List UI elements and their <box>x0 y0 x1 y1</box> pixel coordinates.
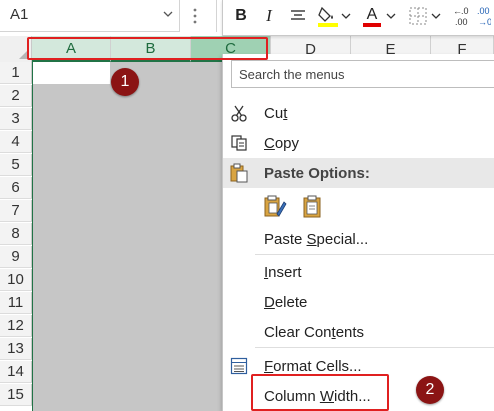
paste-options-icons <box>263 194 343 220</box>
name-box-value: A1 <box>10 6 29 23</box>
menu-label-paste-special: Paste Special... <box>264 231 369 248</box>
align-center-button[interactable] <box>287 4 309 28</box>
menu-label-format-cells: Format Cells... <box>264 358 362 375</box>
row-header-2[interactable]: 2 <box>0 85 32 107</box>
highlight-columns-a-c <box>27 37 268 60</box>
font-color-button[interactable]: A <box>361 4 383 28</box>
step-badge-2: 2 <box>416 376 444 404</box>
increase-decimal-icon: ← .0 .00 .00 →0 <box>453 6 491 27</box>
row-header-6[interactable]: 6 <box>0 177 32 199</box>
chevron-down-icon <box>341 13 351 19</box>
active-cell-a1[interactable] <box>33 62 110 84</box>
name-box[interactable]: A1 <box>0 0 180 32</box>
svg-text:.00: .00 <box>455 17 468 27</box>
more-options-icon[interactable] <box>191 6 199 26</box>
row-header-7[interactable]: 7 <box>0 200 32 222</box>
menu-item-copy[interactable]: Copy <box>223 128 494 158</box>
chevron-down-icon[interactable] <box>163 9 173 19</box>
chevron-down-icon <box>386 13 396 19</box>
highlight-column-width <box>251 374 389 411</box>
scissors-icon <box>229 103 249 123</box>
row-header-9[interactable]: 9 <box>0 246 32 268</box>
svg-text:A: A <box>367 6 378 23</box>
borders-icon <box>409 7 427 25</box>
menu-item-paste-special[interactable]: Paste Special... <box>223 224 494 254</box>
row-header-8[interactable]: 8 <box>0 223 32 245</box>
menu-separator <box>255 254 494 255</box>
chevron-down-icon <box>431 13 441 19</box>
paste-icon[interactable] <box>301 194 325 220</box>
copy-icon <box>229 133 249 153</box>
borders-button[interactable] <box>407 4 429 28</box>
row-header-13[interactable]: 13 <box>0 338 32 360</box>
row-header-1[interactable]: 1 <box>0 62 32 84</box>
menu-item-insert[interactable]: Insert <box>223 257 494 287</box>
menu-item-delete[interactable]: Delete <box>223 287 494 317</box>
menu-label-insert: Insert <box>264 264 302 281</box>
menu-label-delete: Delete <box>264 294 308 311</box>
svg-text:→0: →0 <box>478 17 491 27</box>
menu-search-placeholder: Search the menus <box>239 67 345 82</box>
menu-item-cut[interactable]: Cut <box>223 98 494 128</box>
selected-columns-range[interactable] <box>32 62 222 411</box>
step-badge-1: 1 <box>111 68 139 96</box>
row-header-3[interactable]: 3 <box>0 108 32 130</box>
align-center-icon <box>291 10 305 20</box>
fill-color-button[interactable] <box>317 4 339 28</box>
row-header-12[interactable]: 12 <box>0 315 32 337</box>
fill-color-dropdown[interactable] <box>341 4 351 28</box>
decimal-buttons[interactable]: ← .0 .00 .00 →0 <box>451 4 491 28</box>
svg-text:.0: .0 <box>461 6 469 16</box>
font-color-icon: A <box>363 6 381 27</box>
formula-bar-separator <box>216 0 217 32</box>
menu-search-input[interactable]: Search the menus <box>231 60 494 88</box>
row-header-14[interactable]: 14 <box>0 361 32 383</box>
row-header-11[interactable]: 11 <box>0 292 32 314</box>
menu-item-clear-contents[interactable]: Clear Contents <box>223 317 494 347</box>
font-color-dropdown[interactable] <box>386 4 396 28</box>
paint-bucket-icon <box>318 6 338 27</box>
menu-separator <box>255 347 494 348</box>
paste-formatting-icon[interactable] <box>263 194 287 220</box>
italic-button[interactable]: I <box>261 4 277 28</box>
menu-label-copy: Copy <box>264 135 300 152</box>
context-menu: Search the menus Cut Copy Paste Options:… <box>222 54 494 411</box>
row-header-10[interactable]: 10 <box>0 269 32 291</box>
menu-label-cut: Cut <box>264 105 288 122</box>
bold-button[interactable]: B <box>231 4 251 28</box>
svg-text:.00: .00 <box>477 6 490 16</box>
borders-dropdown[interactable] <box>431 4 441 28</box>
mini-toolbar: B I A ← .0 .00 .00 →0 <box>222 0 494 36</box>
menu-header-paste-options: Paste Options: <box>223 158 494 188</box>
row-header-15[interactable]: 15 <box>0 384 32 406</box>
row-header-5[interactable]: 5 <box>0 154 32 176</box>
row-header-4[interactable]: 4 <box>0 131 32 153</box>
menu-label-paste-options: Paste Options: <box>264 165 370 182</box>
format-cells-icon <box>229 356 249 376</box>
clipboard-icon <box>229 163 249 183</box>
menu-label-clear-contents: Clear Contents <box>264 324 365 341</box>
